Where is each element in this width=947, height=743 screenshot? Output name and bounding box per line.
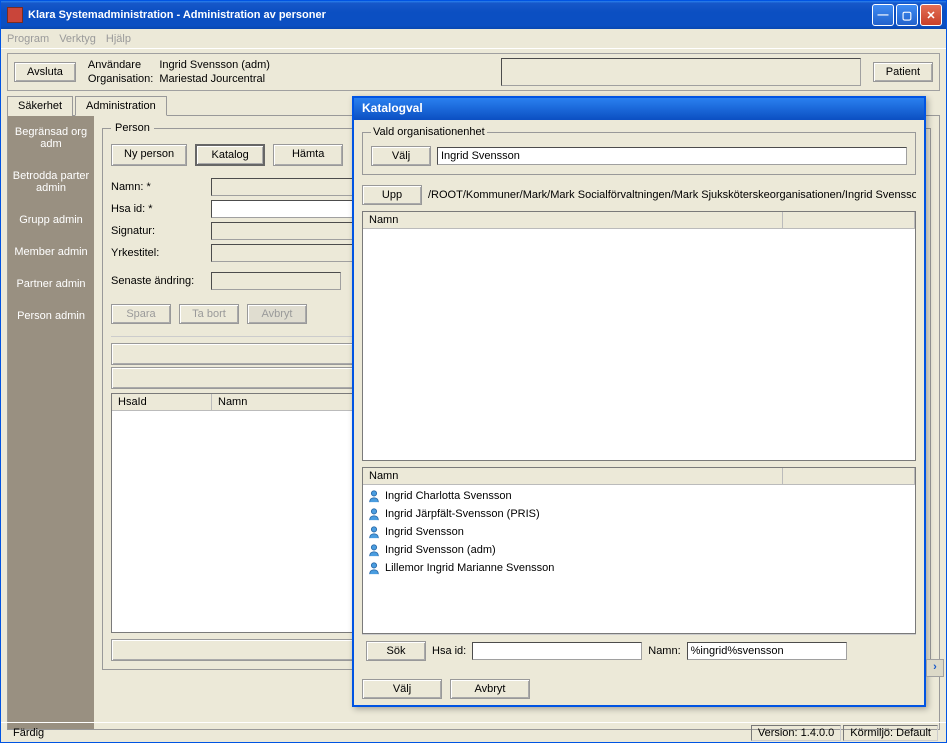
vald-org-input[interactable] — [437, 147, 907, 165]
namn-label: Namn: * — [111, 181, 211, 193]
search-hsaid-input[interactable] — [472, 642, 642, 660]
organisation-label: Organisation: — [88, 73, 153, 85]
search-row: Sök Hsa id: Namn: — [362, 634, 916, 667]
yrkestitel-label: Yrkestitel: — [111, 247, 211, 259]
katalog-button[interactable]: Katalog — [195, 144, 265, 166]
vald-org-fieldset: Vald organisationenhet Välj — [362, 126, 916, 175]
person-icon — [367, 489, 381, 503]
sidebar-item-grupp[interactable]: Grupp admin — [8, 204, 94, 236]
close-button[interactable]: ✕ — [920, 4, 942, 26]
top-toolbar: Avsluta Användare Organisation: Ingrid S… — [7, 53, 940, 91]
vald-org-legend: Vald organisationenhet — [371, 126, 487, 138]
sidebar-item-member[interactable]: Member admin — [8, 236, 94, 268]
sidebar-item-begransad[interactable]: Begränsad org adm — [8, 116, 94, 160]
titlebar: Klara Systemadministration - Administrat… — [1, 1, 946, 29]
hsaid-input[interactable] — [211, 200, 371, 218]
ny-person-button[interactable]: Ny person — [111, 144, 187, 166]
anvandare-label: Användare — [88, 59, 153, 71]
result-name: Lillemor Ingrid Marianne Svensson — [385, 562, 554, 574]
patient-button[interactable]: Patient — [873, 62, 933, 82]
status-fardig: Färdig — [7, 726, 50, 740]
search-namn-label: Namn: — [648, 645, 680, 657]
yrkestitel-input[interactable] — [211, 244, 371, 262]
search-namn-input[interactable] — [687, 642, 847, 660]
status-version: Version: 1.4.0.0 — [751, 725, 841, 741]
organisation-value: Mariestad Jourcentral — [159, 73, 270, 85]
person-icon — [367, 561, 381, 575]
dialog-avbryt-button[interactable]: Avbryt — [450, 679, 530, 699]
orglist-col-empty — [783, 212, 915, 228]
app-icon — [7, 7, 23, 23]
minimize-button[interactable]: — — [872, 4, 894, 26]
avbryt-button[interactable]: Avbryt — [247, 304, 307, 324]
result-row[interactable]: Ingrid Svensson (adm) — [367, 541, 911, 559]
result-name: Ingrid Järpfält-Svensson (PRIS) — [385, 508, 540, 520]
valj-org-button[interactable]: Välj — [371, 146, 431, 166]
orglist-col-namn[interactable]: Namn — [363, 212, 783, 228]
senaste-input[interactable] — [211, 272, 341, 290]
hsaid-label: Hsa id: * — [111, 203, 211, 215]
result-name: Ingrid Svensson (adm) — [385, 544, 496, 556]
scroll-right-icon[interactable]: › — [926, 659, 944, 677]
dialog-valj-button[interactable]: Välj — [362, 679, 442, 699]
result-name: Ingrid Svensson — [385, 526, 464, 538]
upp-button[interactable]: Upp — [362, 185, 422, 205]
sidebar-item-partner[interactable]: Partner admin — [8, 268, 94, 300]
tab-sakerhet[interactable]: Säkerhet — [7, 96, 73, 116]
spara-button[interactable]: Spara — [111, 304, 171, 324]
window-title: Klara Systemadministration - Administrat… — [28, 9, 326, 21]
avsluta-button[interactable]: Avsluta — [14, 62, 76, 82]
tab-administration[interactable]: Administration — [75, 96, 167, 116]
search-hsaid-label: Hsa id: — [432, 645, 466, 657]
maximize-button[interactable]: ▢ — [896, 4, 918, 26]
menubar: Program Verktyg Hjälp — [1, 29, 946, 49]
tabort-button[interactable]: Ta bort — [179, 304, 239, 324]
patient-display — [501, 58, 861, 86]
result-list[interactable]: Namn Ingrid Charlotta Svensson Ingrid Jär… — [362, 467, 916, 634]
status-kormiljo: Körmiljö: Default — [843, 725, 938, 741]
senaste-label: Senaste ändring: — [111, 275, 211, 287]
org-tree-list[interactable]: Namn — [362, 211, 916, 461]
signatur-input[interactable] — [211, 222, 371, 240]
result-row[interactable]: Ingrid Järpfält-Svensson (PRIS) — [367, 505, 911, 523]
signatur-label: Signatur: — [111, 225, 211, 237]
col-hsaid[interactable]: HsaId — [112, 394, 212, 410]
statusbar: Färdig Version: 1.4.0.0 Körmiljö: Defaul… — [1, 722, 946, 742]
sidebar-item-betrodda[interactable]: Betrodda parter admin — [8, 160, 94, 204]
dialog-footer: Välj Avbryt — [354, 673, 924, 705]
menu-program[interactable]: Program — [7, 33, 49, 45]
person-icon — [367, 525, 381, 539]
result-row[interactable]: Ingrid Svensson — [367, 523, 911, 541]
result-col-namn[interactable]: Namn — [363, 468, 783, 484]
result-row[interactable]: Ingrid Charlotta Svensson — [367, 487, 911, 505]
sidebar: Begränsad org adm Betrodda parter admin … — [8, 116, 94, 729]
anvandare-value: Ingrid Svensson (adm) — [159, 59, 270, 71]
result-name: Ingrid Charlotta Svensson — [385, 490, 512, 502]
person-icon — [367, 507, 381, 521]
menu-verktyg[interactable]: Verktyg — [59, 33, 96, 45]
dialog-title: Katalogval — [354, 98, 924, 120]
menu-hjalp[interactable]: Hjälp — [106, 33, 131, 45]
sidebar-item-person[interactable]: Person admin — [8, 300, 94, 332]
result-row[interactable]: Lillemor Ingrid Marianne Svensson — [367, 559, 911, 577]
katalogval-dialog: Katalogval Vald organisationenhet Välj U… — [352, 96, 926, 707]
person-legend: Person — [111, 122, 154, 134]
person-icon — [367, 543, 381, 557]
hamta-button[interactable]: Hämta — [273, 144, 343, 166]
result-col-empty — [783, 468, 915, 484]
namn-input[interactable] — [211, 178, 371, 196]
sok-button[interactable]: Sök — [366, 641, 426, 661]
org-path: /ROOT/Kommuner/Mark/Mark Socialförvaltni… — [428, 189, 916, 201]
